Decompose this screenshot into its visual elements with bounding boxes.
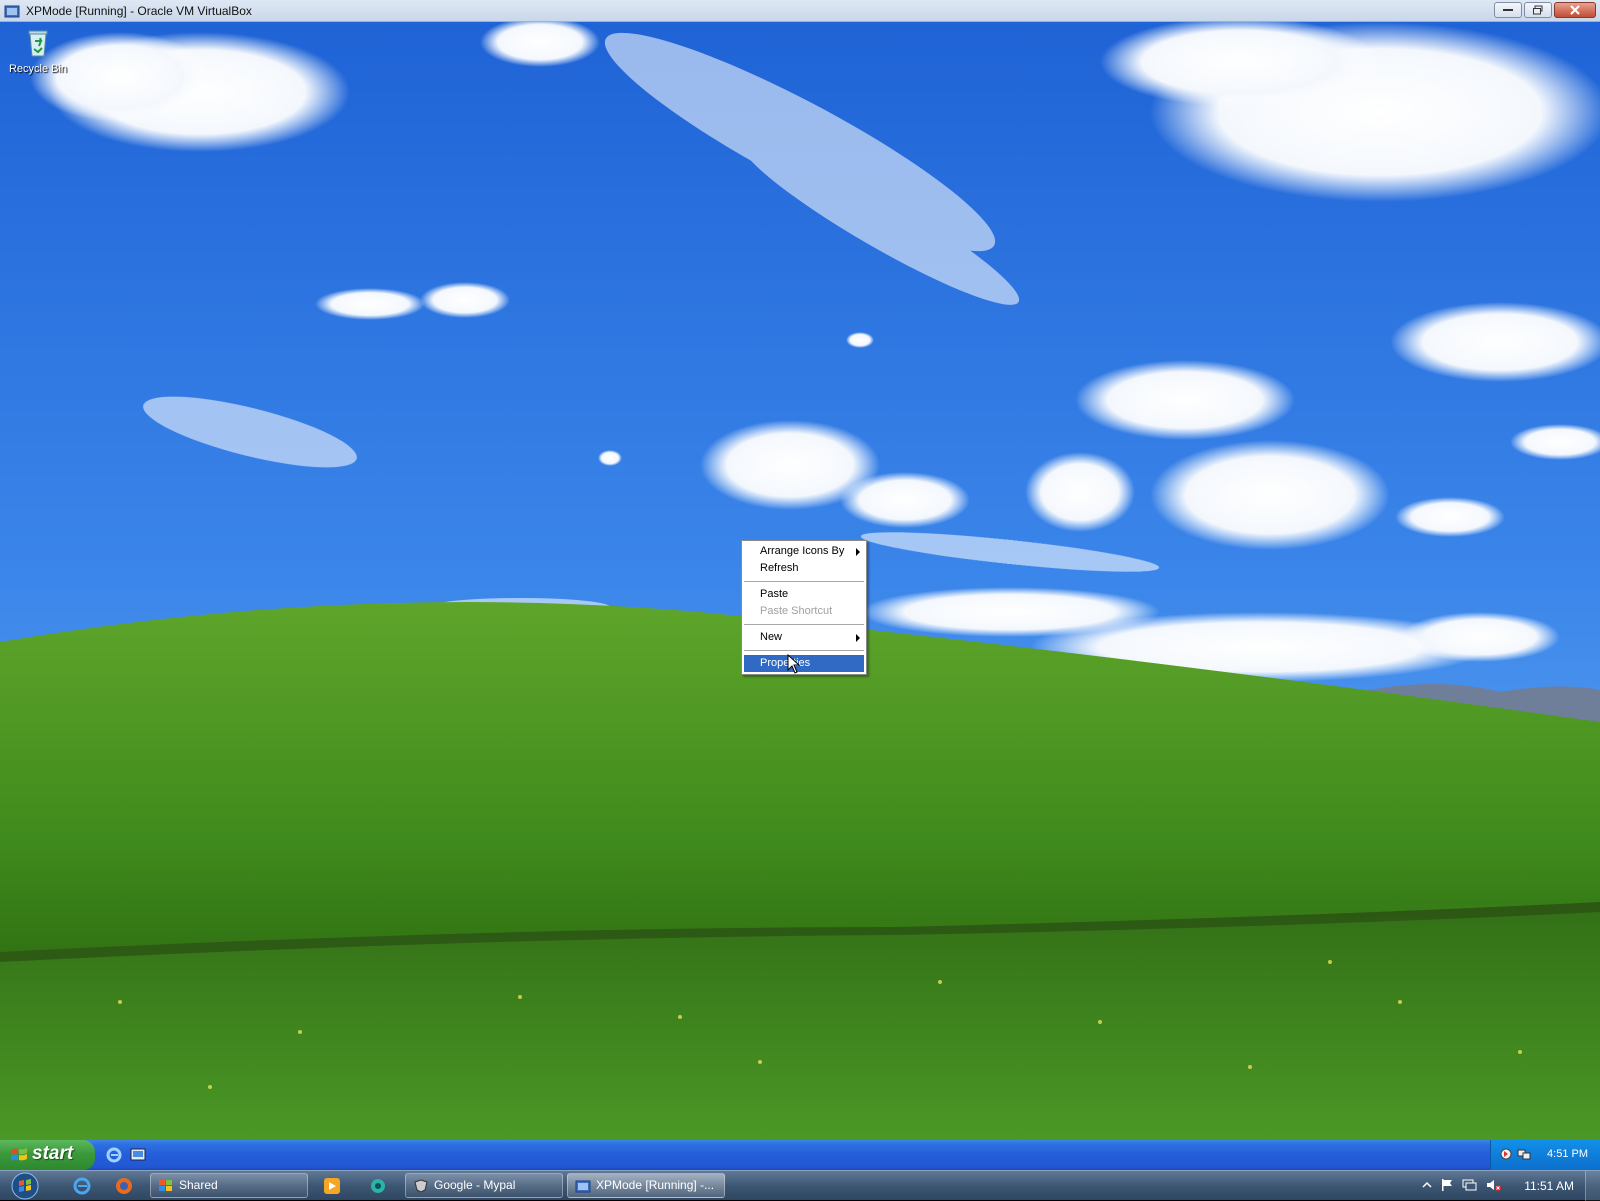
menu-item-label: Paste Shortcut — [760, 605, 833, 617]
firefox-icon — [116, 1178, 132, 1194]
restore-icon — [1533, 5, 1543, 15]
vbox-title-bar: XPMode [Running] - Oracle VM VirtualBox — [0, 0, 1600, 22]
mypal-icon — [414, 1179, 428, 1193]
pinned-firefox[interactable] — [104, 1175, 144, 1199]
host-clock[interactable]: 11:51 AM — [1524, 1179, 1574, 1193]
volume-muted-icon[interactable] — [1486, 1178, 1502, 1192]
task-label: XPMode [Running] -... — [596, 1178, 715, 1192]
menu-item-paste[interactable]: Paste — [742, 586, 866, 603]
xp-clock[interactable]: 4:51 PM — [1547, 1148, 1588, 1160]
host-task-virtualbox[interactable]: XPMode [Running] -... — [567, 1173, 725, 1198]
network-icon[interactable] — [1462, 1178, 1478, 1192]
show-desktop-button[interactable] — [1585, 1171, 1600, 1201]
media-player-icon — [324, 1178, 340, 1194]
menu-item-paste-shortcut: Paste Shortcut — [742, 603, 866, 620]
menu-item-label: Refresh — [760, 562, 799, 574]
task-label: Google - Mypal — [434, 1178, 516, 1192]
close-icon — [1570, 5, 1580, 15]
windows-flag-icon — [11, 1148, 27, 1161]
desktop-icon-recycle-bin[interactable]: Recycle Bin — [8, 26, 68, 75]
desktop[interactable]: Recycle Bin Arrange Icons By Refresh Pas… — [0, 22, 1600, 1140]
app-icon — [371, 1179, 385, 1193]
desktop-icon-label: Recycle Bin — [8, 63, 68, 75]
menu-item-label: Paste — [760, 588, 789, 600]
pinned-app[interactable] — [358, 1175, 398, 1199]
virtualbox-icon — [575, 1180, 591, 1193]
host-taskbar: Shared Google - Mypal XPMode [Running] -… — [0, 1170, 1600, 1201]
host-task-shared[interactable]: Shared — [150, 1173, 308, 1198]
xp-system-tray: 4:51 PM — [1490, 1140, 1600, 1170]
virtualbox-icon — [4, 5, 20, 18]
xp-taskbar: start 4:51 PM — [0, 1140, 1600, 1170]
host-task-mypal[interactable]: Google - Mypal — [405, 1173, 563, 1198]
network-icon[interactable] — [1517, 1147, 1531, 1161]
window-title: XPMode [Running] - Oracle VM VirtualBox — [26, 4, 252, 18]
menu-item-label: Arrange Icons By — [760, 545, 845, 557]
host-system-tray: 11:51 AM — [1400, 1171, 1600, 1201]
tray-app-icon[interactable] — [1499, 1147, 1513, 1161]
show-hidden-icons-icon[interactable] — [1422, 1180, 1432, 1190]
mouse-cursor-icon — [787, 654, 801, 674]
internet-explorer-icon[interactable] — [105, 1146, 123, 1164]
menu-item-refresh[interactable]: Refresh — [742, 560, 866, 577]
show-desktop-icon[interactable] — [129, 1146, 147, 1164]
menu-separator — [744, 650, 864, 651]
action-center-flag-icon[interactable] — [1440, 1178, 1454, 1192]
menu-item-properties[interactable]: Properties — [744, 655, 864, 672]
start-button[interactable]: start — [0, 1140, 95, 1170]
submenu-arrow-icon — [856, 634, 860, 642]
minimize-icon — [1503, 9, 1513, 11]
start-label: start — [32, 1143, 74, 1164]
quick-launch-bar — [105, 1146, 147, 1164]
task-label: Shared — [179, 1178, 218, 1192]
desktop-context-menu: Arrange Icons By Refresh Paste Paste Sho… — [741, 540, 867, 675]
menu-separator — [744, 581, 864, 582]
pinned-internet-explorer[interactable] — [62, 1175, 102, 1199]
menu-item-label: New — [760, 631, 783, 643]
recycle-bin-icon — [28, 30, 48, 57]
menu-item-label: Properties — [760, 657, 811, 669]
menu-separator — [744, 624, 864, 625]
minimize-button[interactable] — [1494, 2, 1522, 18]
menu-item-new[interactable]: New — [742, 629, 866, 646]
close-button[interactable] — [1554, 2, 1596, 18]
internet-explorer-icon — [73, 1177, 91, 1195]
menu-item-arrange-icons-by[interactable]: Arrange Icons By — [742, 543, 866, 560]
windows-flag-icon — [159, 1180, 172, 1191]
windows-orb-icon[interactable] — [10, 1172, 40, 1200]
submenu-arrow-icon — [856, 548, 860, 556]
restore-button[interactable] — [1524, 2, 1552, 18]
pinned-media-player[interactable] — [312, 1175, 352, 1199]
